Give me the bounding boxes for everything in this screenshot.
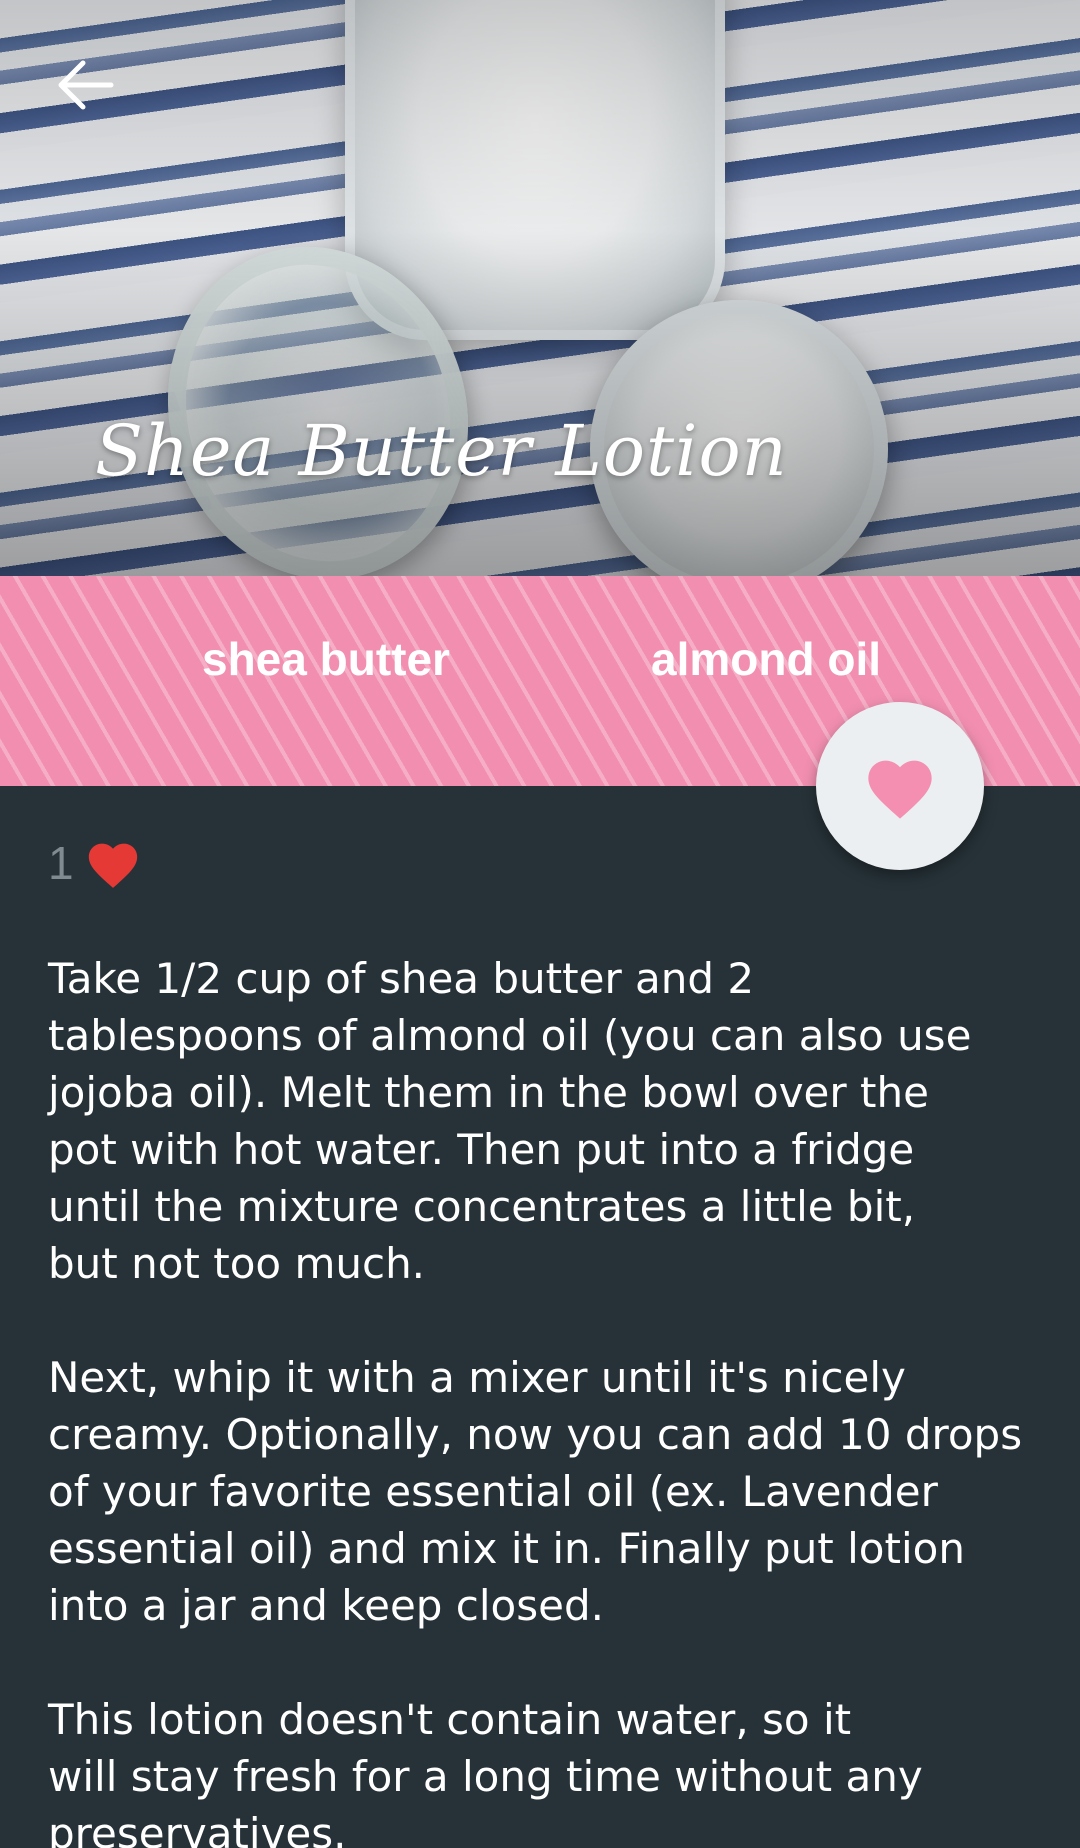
hero-large-jar	[345, 0, 725, 340]
arrow-left-icon	[58, 60, 114, 110]
heart-icon	[868, 760, 932, 819]
hero-jar-lid	[125, 207, 511, 576]
ingredient-tag[interactable]: shea butter	[202, 632, 450, 686]
back-button[interactable]	[30, 30, 140, 140]
instruction-paragraph: Take 1/2 cup of shea butter and 2 tables…	[48, 954, 972, 1288]
recipe-detail-screen: Shea Butter Lotion shea butter almond oi…	[0, 0, 1080, 1848]
instruction-paragraph: Next, whip it with a mixer until it's ni…	[48, 1353, 1023, 1630]
recipe-hero-image: Shea Butter Lotion	[0, 0, 1080, 576]
likes-indicator: 1	[48, 836, 142, 890]
instruction-paragraph: This lotion doesn't contain water, so it…	[48, 1695, 923, 1848]
recipe-title: Shea Butter Lotion	[95, 410, 788, 492]
favorite-button[interactable]	[816, 702, 984, 870]
red-heart-icon	[88, 843, 137, 888]
likes-count: 1	[48, 837, 74, 889]
ingredient-tag[interactable]: almond oil	[651, 632, 881, 686]
recipe-instructions: Take 1/2 cup of shea butter and 2 tables…	[48, 950, 1048, 1848]
